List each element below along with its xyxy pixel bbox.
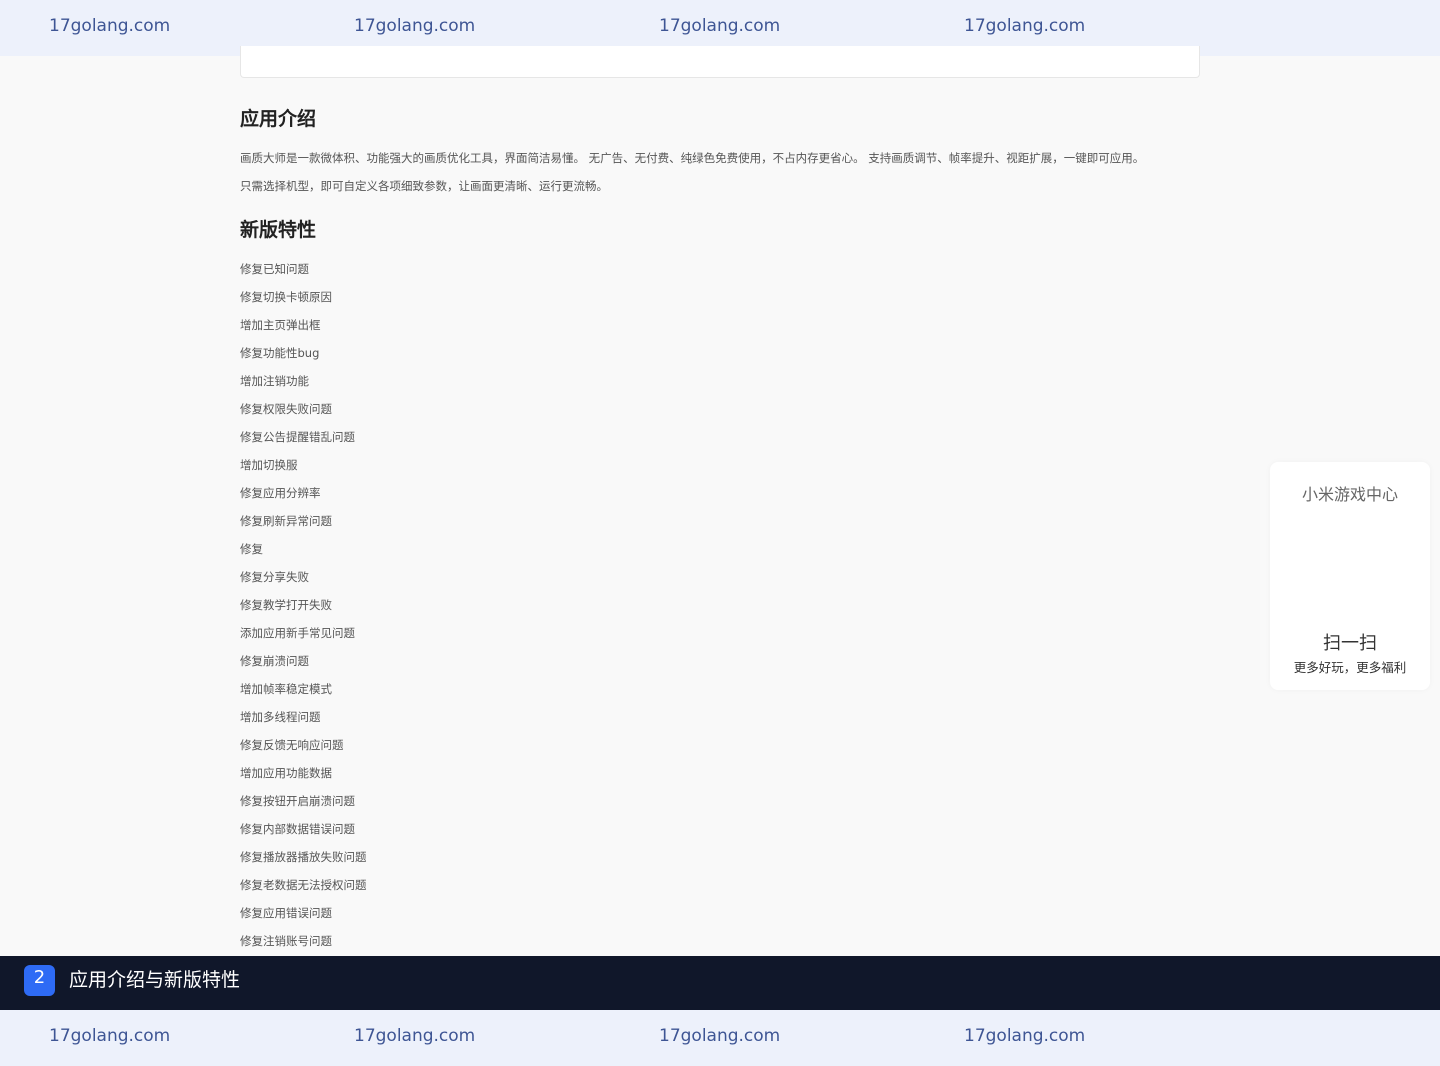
feature-item: 增加帧率稳定模式 [240, 682, 332, 696]
feature-item: 修复播放器播放失败问题 [240, 850, 367, 864]
watermark-text: 17golang.com [659, 16, 781, 36]
qr-panel-title: 小米游戏中心 [1301, 485, 1398, 504]
feature-item: 修复公告提醒错乱问题 [240, 430, 355, 444]
feature-item: 修复 [240, 542, 263, 556]
intro-text-line: 只需选择机型，即可自定义各项细致参数，让画面更清晰、运行更流畅。 [240, 179, 608, 193]
caption-step-badge: 2 [24, 965, 55, 996]
feature-item: 修复反馈无响应问题 [240, 738, 344, 752]
watermark-text: 17golang.com [49, 1026, 171, 1046]
feature-item: 修复刷新异常问题 [240, 514, 332, 528]
content-card [240, 46, 1200, 78]
feature-item: 修复分享失败 [240, 570, 309, 584]
feature-item: 修复应用错误问题 [240, 906, 332, 920]
feature-item: 修复老数据无法授权问题 [240, 878, 367, 892]
watermark-text: 17golang.com [659, 1026, 781, 1046]
watermark-text: 17golang.com [964, 1026, 1086, 1046]
feature-item: 修复内部数据错误问题 [240, 822, 355, 836]
features-heading: 新版特性 [240, 219, 317, 241]
feature-item: 添加应用新手常见问题 [240, 626, 355, 640]
qr-code-image [1306, 518, 1394, 606]
features-list: 修复已知问题 修复切换卡顿原因 增加主页弹出框 修复功能性bug 增加注销功能 … [240, 259, 367, 959]
watermark-text: 17golang.com [354, 1026, 476, 1046]
watermark-bar-bottom: 17golang.com 17golang.com 17golang.com 1… [0, 1010, 1440, 1066]
qr-code-panel[interactable]: 小米游戏中心 扫一扫 更多好玩，更多福利 [1270, 462, 1430, 690]
feature-item: 修复教学打开失败 [240, 598, 332, 612]
caption-bar: 2 应用介绍与新版特性 [0, 956, 1440, 1010]
feature-item: 修复应用分辨率 [240, 486, 321, 500]
feature-item: 修复按钮开启崩溃问题 [240, 794, 355, 808]
watermark-text: 17golang.com [354, 16, 476, 36]
feature-item: 增加切换服 [240, 458, 298, 472]
watermark-text: 17golang.com [49, 16, 171, 36]
intro-text-line: 画质大师是一款微体积、功能强大的画质优化工具，界面简洁易懂。 无广告、无付费、纯… [240, 151, 1145, 165]
feature-item: 增加应用功能数据 [240, 766, 332, 780]
feature-item: 修复注销账号问题 [240, 934, 332, 948]
feature-item: 增加多线程问题 [240, 710, 321, 724]
feature-item: 修复功能性bug [240, 346, 320, 360]
feature-item: 修复已知问题 [240, 262, 309, 276]
watermark-text: 17golang.com [964, 16, 1086, 36]
intro-heading: 应用介绍 [240, 108, 317, 130]
qr-panel-subtitle: 更多好玩，更多福利 [1293, 660, 1407, 675]
qr-scan-label: 扫一扫 [1323, 633, 1377, 654]
feature-item: 修复权限失败问题 [240, 402, 332, 416]
feature-item: 增加主页弹出框 [240, 318, 321, 332]
caption-text: 应用介绍与新版特性 [69, 969, 241, 991]
feature-item: 增加注销功能 [240, 374, 309, 388]
feature-item: 修复崩溃问题 [240, 654, 309, 668]
feature-item: 修复切换卡顿原因 [240, 290, 332, 304]
